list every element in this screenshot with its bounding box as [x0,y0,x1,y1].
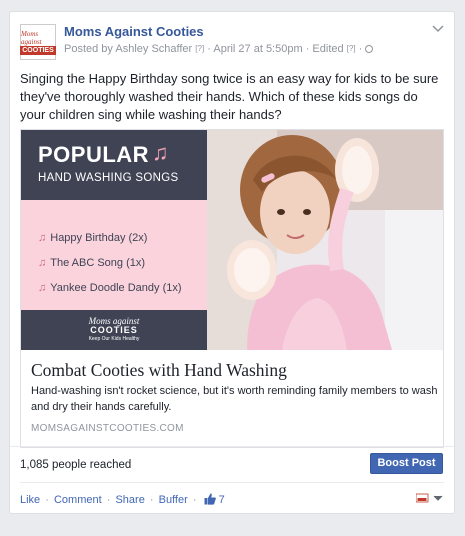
infographic-title: POPULAR [38,142,150,167]
music-note-icon: ♫ [152,140,169,165]
song-label: Happy Birthday (2x) [50,232,148,244]
comment-link[interactable]: Comment [54,494,102,506]
post-meta: Posted by Ashley Schaffer [?] · April 27… [64,43,374,55]
action-bar: Like · Comment · Share · Buffer · 7 [20,493,225,506]
infographic-footer: Moms against COOTIES Keep Our Kids Healt… [21,310,207,350]
link-title[interactable]: Combat Cooties with Hand Washing [31,360,287,381]
edited-help-marker[interactable]: [?] [347,44,356,53]
thumbs-up-icon [204,493,216,505]
post-header: Moms against COOTIES Moms Against Cootie… [20,22,444,62]
meta-separator: · [355,43,366,55]
infographic: POPULAR ♫ HAND WASHING SONGS ♫ Happy Birt… [21,130,207,350]
logo-line2: COOTIES [90,325,138,335]
page-avatar[interactable]: Moms against COOTIES [20,24,56,60]
link-description: Hand-washing isn't rocket science, but i… [31,385,438,413]
post-card: Moms against COOTIES Moms Against Cootie… [9,11,455,514]
divider [10,446,454,447]
post-text: Singing the Happy Birthday song twice is… [20,71,439,122]
meta-separator: · [204,43,214,55]
action-separator: · [45,494,49,506]
music-note-icon: ♫ [38,282,47,294]
author-help-marker[interactable]: [?] [195,44,204,53]
song-item: ♫ Yankee Doodle Dandy (1x) [38,276,182,301]
infographic-header: POPULAR ♫ HAND WASHING SONGS [21,130,207,200]
link-preview[interactable]: POPULAR ♫ HAND WASHING SONGS ♫ Happy Birt… [20,129,444,448]
avatar-line1: Moms against [21,29,42,46]
song-list: ♫ Happy Birthday (2x) ♫ The ABC Song (1x) … [38,226,182,301]
like-link[interactable]: Like [20,494,40,506]
action-separator: · [149,494,154,506]
author-name[interactable]: Ashley Schaffer [115,43,192,55]
moms-against-cooties-logo: Moms against COOTIES Keep Our Kids Healt… [21,317,207,344]
edited-label[interactable]: Edited [312,43,343,55]
post-as-selector-icon[interactable] [416,492,444,504]
post-date[interactable]: April 27 at 5:50pm [213,43,302,55]
globe-icon[interactable] [365,45,374,53]
music-note-icon: ♫ [38,232,47,244]
share-link[interactable]: Share [115,494,144,506]
infographic-subtitle: HAND WASHING SONGS [38,172,179,184]
divider [20,482,444,483]
song-label: The ABC Song (1x) [50,257,146,269]
logo-line3: Keep Our Kids Healthy [88,336,140,342]
reach-count[interactable]: 1,085 people reached [20,459,131,471]
song-item: ♫ Happy Birthday (2x) [38,226,182,251]
like-count[interactable]: 7 [204,493,225,506]
action-separator: · [106,494,111,506]
chevron-down-icon[interactable] [432,24,444,34]
action-separator: · [192,494,197,506]
author-prefix: Posted by [64,43,113,55]
boost-post-button[interactable]: Boost Post [370,453,443,474]
link-domain: MOMSAGAINSTCOOTIES.COM [31,423,184,434]
song-item: ♫ The ABC Song (1x) [38,251,182,276]
girl-washing-hands-photo [207,130,443,350]
page-name-link[interactable]: Moms Against Cooties [64,24,204,39]
music-note-icon: ♫ [38,257,47,269]
like-count-value: 7 [218,494,225,506]
meta-separator: · [302,43,313,55]
avatar-line2: COOTIES [20,45,56,55]
song-label: Yankee Doodle Dandy (1x) [50,282,182,294]
buffer-link[interactable]: Buffer [159,494,188,506]
